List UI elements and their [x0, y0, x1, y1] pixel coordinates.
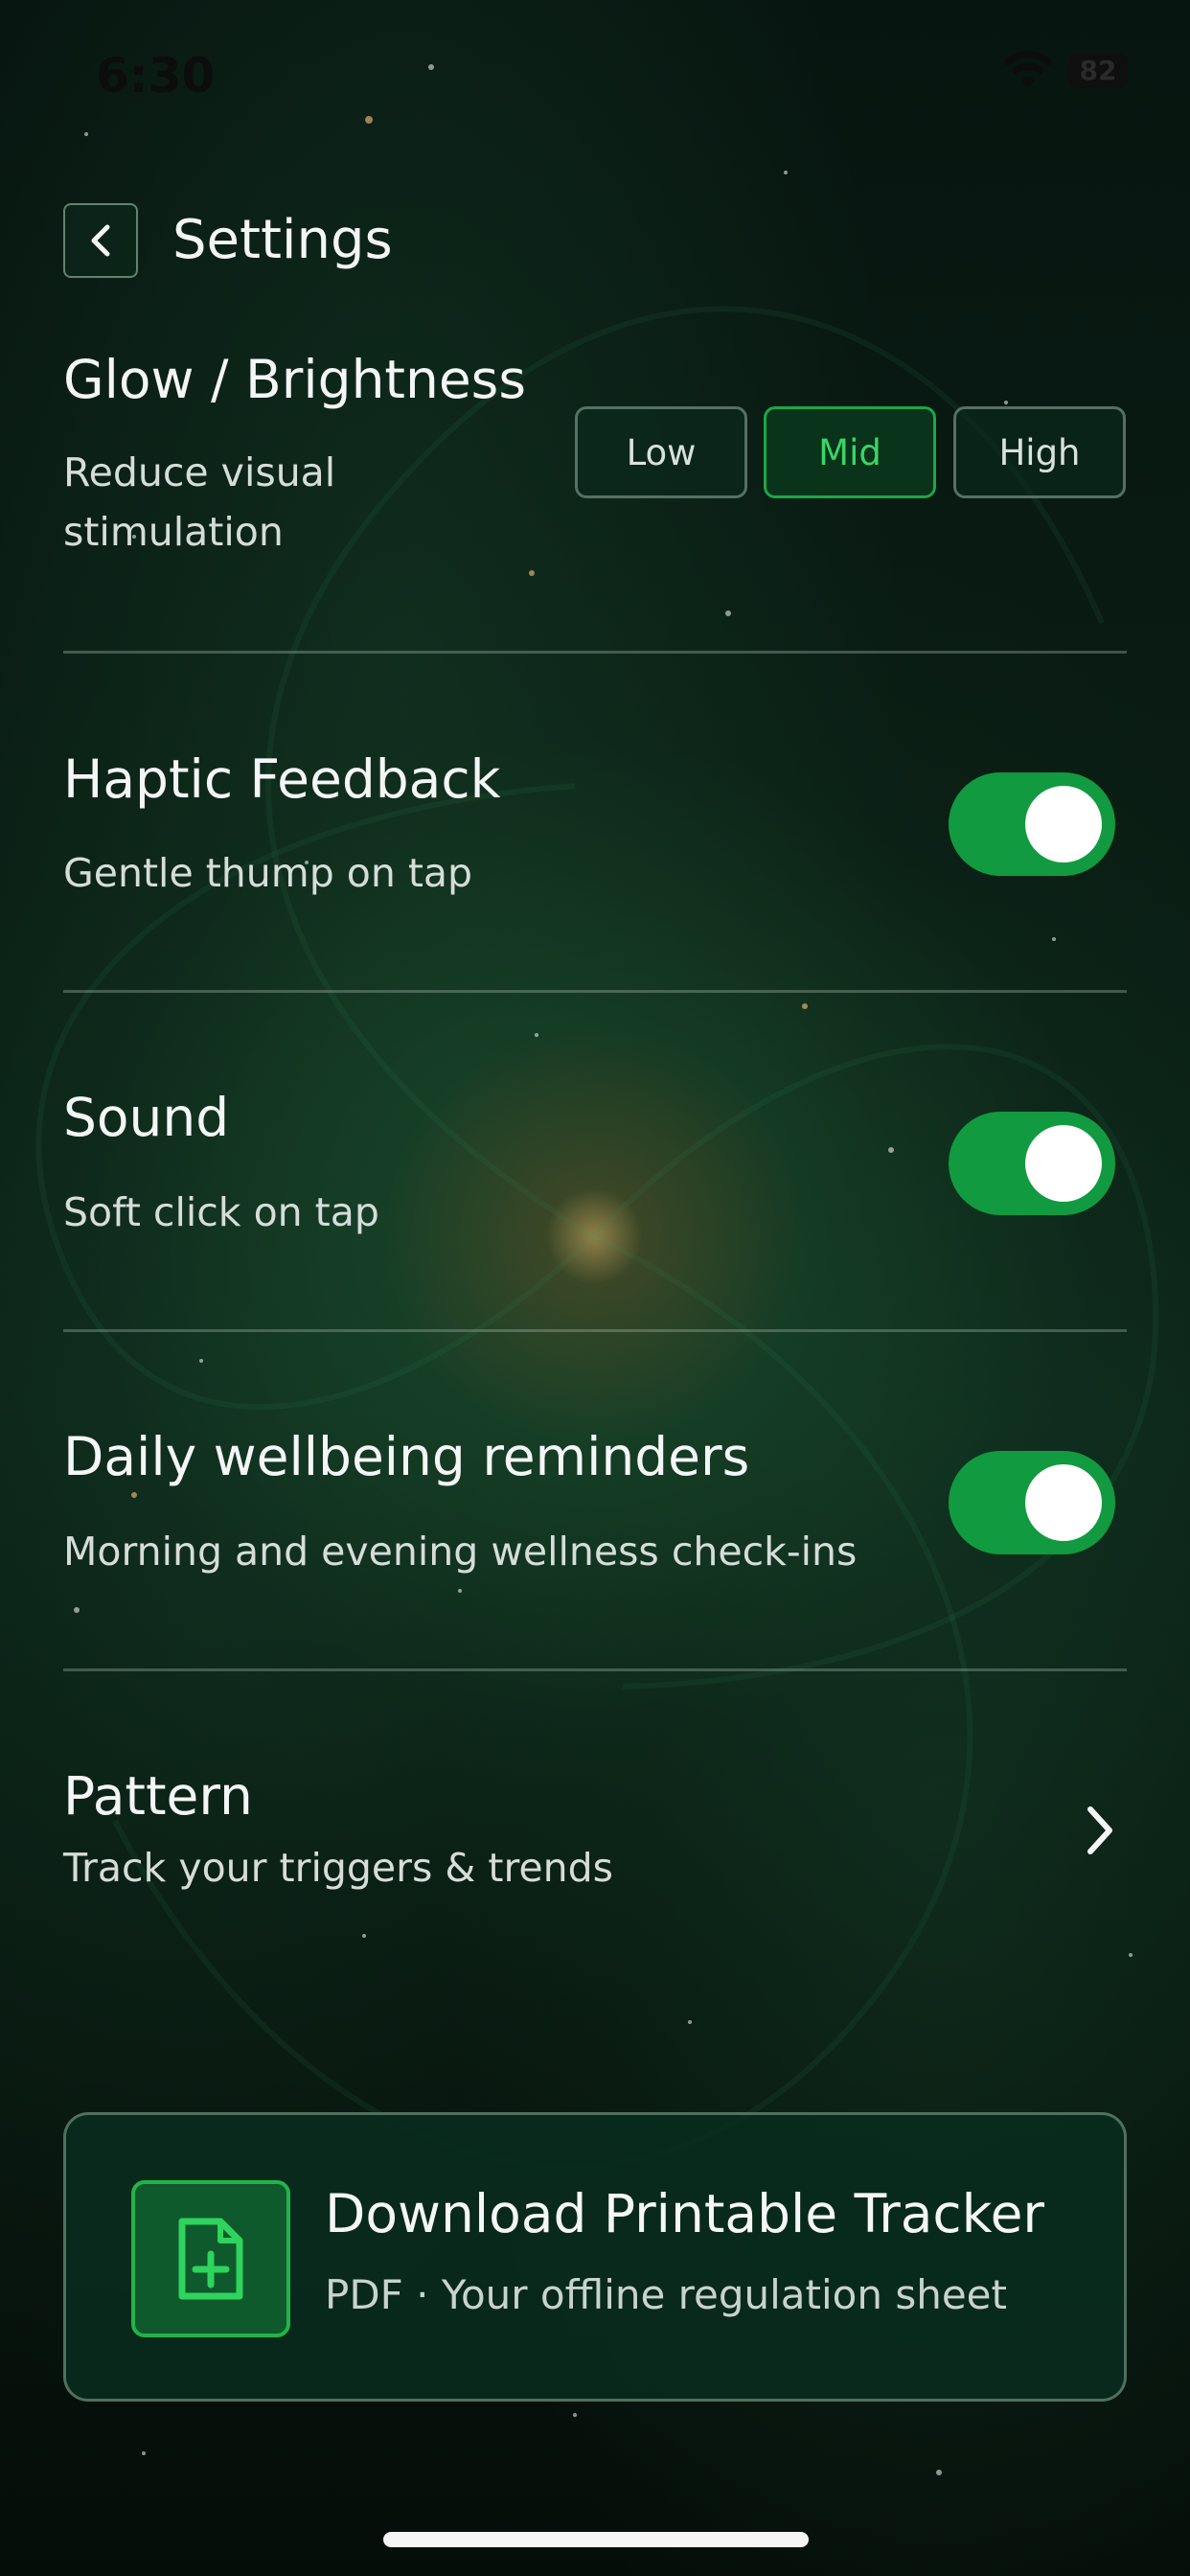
page-title: Settings: [172, 209, 393, 271]
divider: [63, 1668, 1127, 1671]
glow-option-low[interactable]: Low: [575, 406, 747, 498]
toggle-knob: [1025, 1125, 1102, 1202]
home-indicator[interactable]: [383, 2532, 809, 2547]
reminders-toggle[interactable]: [949, 1451, 1115, 1554]
download-tracker-card[interactable]: Download Printable Tracker PDF · Your of…: [63, 2112, 1127, 2402]
chevron-left-icon: [91, 224, 110, 257]
card-title: Download Printable Tracker: [325, 2183, 1045, 2244]
glow-subtitle-line1: Reduce visual: [63, 449, 336, 495]
toggle-knob: [1025, 1464, 1102, 1541]
document-plus-icon: [131, 2180, 290, 2337]
pattern-title: Pattern: [63, 1765, 253, 1827]
haptic-toggle[interactable]: [949, 772, 1115, 876]
sound-title: Sound: [63, 1087, 230, 1148]
divider: [63, 1329, 1127, 1332]
haptic-title: Haptic Feedback: [63, 748, 501, 810]
divider: [63, 651, 1127, 654]
chevron-right-icon[interactable]: [1083, 1804, 1117, 1857]
toggle-knob: [1025, 786, 1102, 862]
wifi-icon: [1003, 51, 1053, 88]
sound-subtitle: Soft click on tap: [63, 1189, 379, 1235]
glow-subtitle-line2: stimulation: [63, 509, 284, 555]
status-time: 6:30: [96, 48, 216, 104]
glow-title: Glow / Brightness: [63, 349, 526, 410]
pattern-subtitle: Track your triggers & trends: [63, 1845, 614, 1891]
card-subtitle: PDF · Your offline regulation sheet: [325, 2271, 1007, 2318]
divider: [63, 990, 1127, 993]
glow-option-high[interactable]: High: [953, 406, 1126, 498]
reminders-subtitle: Morning and evening wellness check-ins: [63, 1529, 858, 1575]
reminders-title: Daily wellbeing reminders: [63, 1426, 750, 1487]
haptic-subtitle: Gentle thump on tap: [63, 850, 473, 896]
glow-option-mid[interactable]: Mid: [764, 406, 936, 498]
back-button[interactable]: [63, 203, 138, 278]
sound-toggle[interactable]: [949, 1112, 1115, 1215]
battery-indicator: 82: [1068, 54, 1128, 88]
